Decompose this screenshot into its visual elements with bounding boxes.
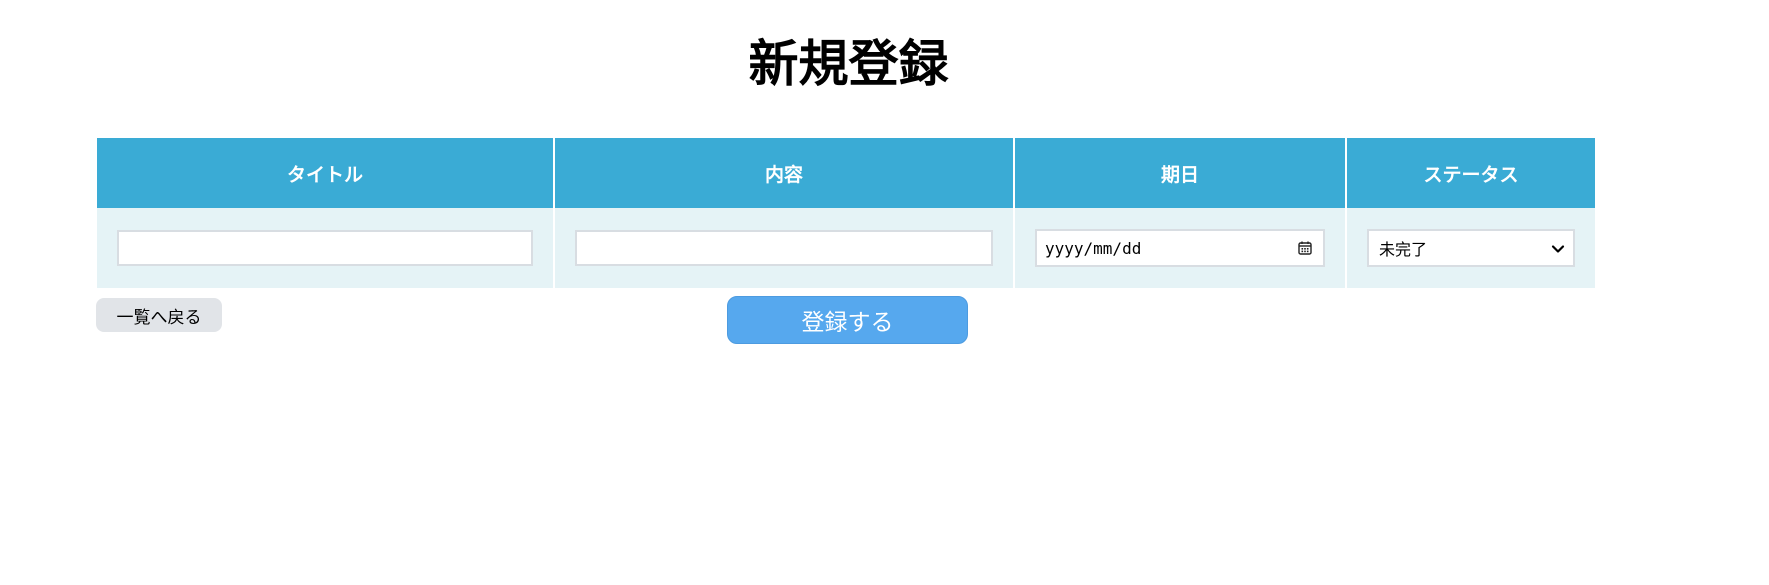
cell-status: 未完了 [1346, 208, 1595, 288]
cell-title [97, 208, 555, 288]
back-to-list-button[interactable]: 一覧へ戻る [96, 298, 222, 332]
submit-button[interactable]: 登録する [727, 296, 968, 344]
cell-date: yyyy/mm/dd [1014, 208, 1347, 288]
header-title: タイトル [97, 138, 555, 208]
title-input[interactable] [117, 230, 533, 266]
page-title: 新規登録 [748, 35, 949, 93]
status-select-value: 未完了 [1379, 240, 1428, 259]
registration-form-table: タイトル 内容 期日 ステータス yyyy/mm/dd 未完了 [97, 138, 1595, 288]
date-input-placeholder: yyyy/mm/dd [1045, 238, 1142, 258]
content-input[interactable] [575, 230, 993, 266]
chevron-down-icon [1551, 241, 1565, 255]
calendar-icon[interactable] [1297, 240, 1313, 256]
header-content: 内容 [554, 138, 1015, 208]
header-date: 期日 [1014, 138, 1347, 208]
table-header-row: タイトル 内容 期日 ステータス [97, 138, 1595, 208]
header-status: ステータス [1346, 138, 1595, 208]
cell-content [554, 208, 1015, 288]
page: 新規登録 タイトル 内容 期日 ステータス yyyy/mm/dd 未完了 一覧へ… [0, 0, 1769, 585]
date-input[interactable]: yyyy/mm/dd [1035, 229, 1325, 267]
status-select[interactable]: 未完了 [1367, 229, 1575, 267]
table-row: yyyy/mm/dd 未完了 [97, 208, 1595, 288]
